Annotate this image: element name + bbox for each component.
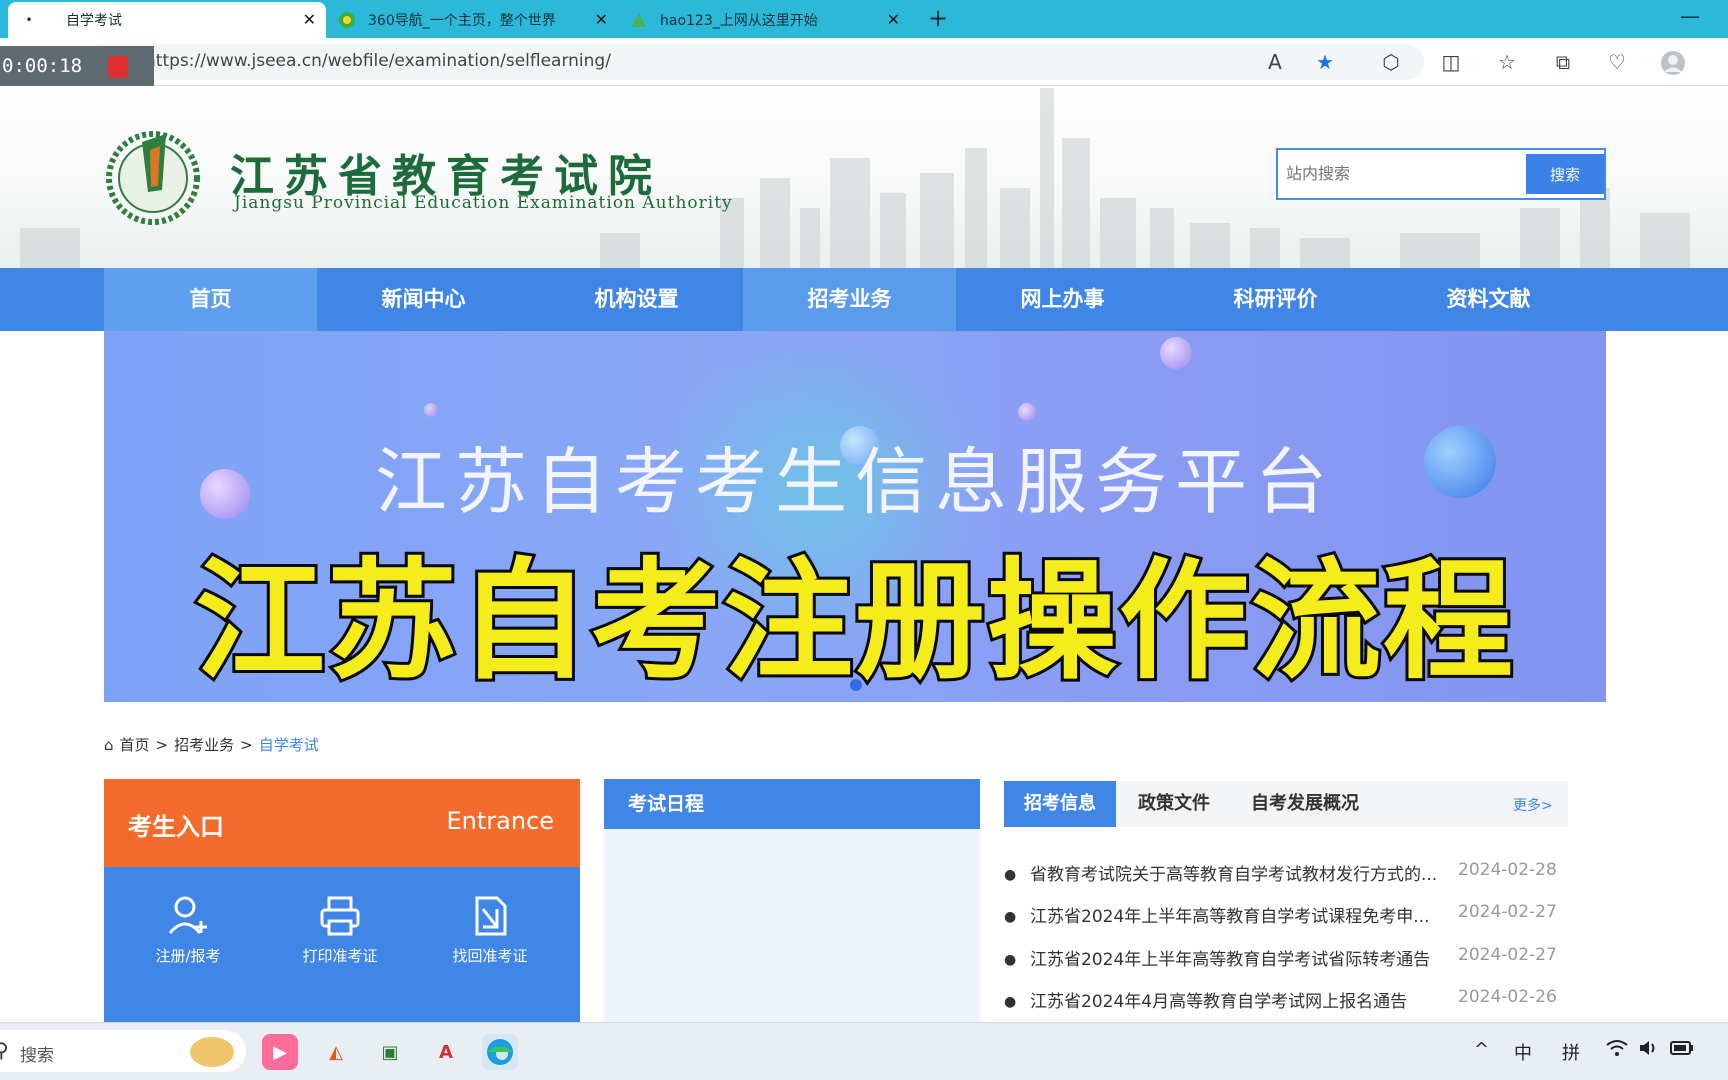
profile-avatar-icon[interactable] (1660, 50, 1686, 81)
banner-pager-dot[interactable] (850, 679, 862, 691)
site-logo-icon (106, 131, 200, 225)
banner-subtitle: 江苏自考考生信息服务平台 (374, 440, 1335, 524)
breadcrumb-separator: > (240, 735, 253, 754)
news-date: 2024-02-26 (1458, 987, 1557, 1007)
wifi-icon[interactable] (1606, 1039, 1628, 1062)
recording-timer: 0:00:18 (0, 46, 154, 86)
hao123-favicon-icon (630, 11, 648, 29)
tab-policy-docs[interactable]: 政策文件 (1124, 781, 1224, 827)
nav-item-resources[interactable]: 资料文献 (1382, 268, 1595, 331)
bullet-icon: ● (1004, 867, 1017, 883)
exam-schedule-body (604, 829, 980, 1022)
entrance-title-en: Entrance (446, 807, 554, 835)
home-icon: ⌂ (104, 735, 114, 754)
tray-overflow-chevron-icon[interactable]: ^ (1474, 1039, 1489, 1060)
favorites-icon[interactable]: ☆ (1494, 50, 1520, 74)
site-search: 搜索 (1276, 148, 1606, 200)
bullet-icon: ● (1004, 952, 1017, 968)
news-more-link[interactable]: 更多> (1513, 795, 1553, 815)
breadcrumb-current: 自学考试 (258, 736, 319, 754)
ime-language-indicator[interactable]: 中 (1514, 1039, 1532, 1065)
close-tab-icon[interactable]: ✕ (595, 10, 608, 29)
collections-icon[interactable]: ⧉ (1550, 50, 1576, 74)
close-tab-icon[interactable]: ✕ (887, 10, 900, 29)
extensions-icon[interactable]: ⬡ (1378, 50, 1404, 74)
entrance-title: 考生入口 (128, 813, 224, 841)
hero-banner[interactable]: 江苏自考考生信息服务平台 江苏自考注册操作流程 (104, 331, 1606, 702)
image-viewer-app-icon[interactable]: ▣ (372, 1034, 408, 1070)
site-title-en: Jiangsu Provincial Education Examination… (234, 193, 733, 213)
stop-recording-button[interactable] (108, 56, 128, 78)
news-item[interactable]: ● 江苏省2024年4月高等教育自学考试网上报名通告 2024-02-26 (1004, 987, 1564, 1017)
matlab-app-icon[interactable]: ◭ (318, 1034, 354, 1070)
site-search-input[interactable] (1286, 157, 1516, 193)
nav-item-research[interactable]: 科研评价 (1169, 268, 1382, 331)
breadcrumb-separator: > (155, 735, 169, 754)
weather-widget-icon[interactable] (190, 1037, 234, 1067)
split-screen-icon[interactable]: ◫ (1438, 50, 1464, 74)
tab-selflearning[interactable]: • 自学考试 ✕ (8, 2, 326, 38)
page-favicon-icon: • (25, 13, 33, 27)
os-taskbar (0, 1022, 1728, 1080)
tab-hao123[interactable]: hao123_上网从这里开始 ✕ (618, 2, 910, 38)
new-tab-button[interactable]: + (928, 4, 948, 32)
close-tab-icon[interactable]: ✕ (303, 10, 316, 29)
news-date: 2024-02-27 (1458, 902, 1557, 922)
news-item[interactable]: ● 省教育考试院关于高等教育自学考试教材发行方式的... 2024-02-28 (1004, 860, 1564, 890)
read-aloud-icon[interactable]: A (1262, 50, 1288, 74)
site-search-button[interactable]: 搜索 (1526, 154, 1604, 194)
user-add-icon (168, 896, 207, 934)
favorite-star-icon[interactable]: ★ (1312, 50, 1338, 74)
address-url[interactable]: https://www.jseea.cn/webfile/examination… (145, 51, 611, 71)
tab-title: 360导航_一个主页，整个世界 (368, 13, 556, 29)
edge-browser-app-icon[interactable] (482, 1034, 518, 1070)
news-date: 2024-02-27 (1458, 945, 1557, 965)
banner-overlay-title: 江苏自考注册操作流程 (192, 542, 1516, 700)
entrance-header: 考生入口 Entrance (104, 779, 580, 867)
minimize-window-button[interactable]: — (1680, 4, 1700, 28)
taskbar-search-label[interactable]: 搜索 (20, 1041, 54, 1066)
bullet-icon: ● (1004, 994, 1017, 1010)
entrance-body: 注册/报考 打印准考证 找回准考证 (104, 867, 580, 1022)
bilibili-app-icon[interactable]: ▶ (262, 1034, 298, 1070)
news-item[interactable]: ● 江苏省2024年上半年高等教育自学考试课程免考申... 2024-02-27 (1004, 902, 1564, 932)
tab-admission-info[interactable]: 招考信息 (1004, 781, 1116, 827)
news-title[interactable]: 江苏省2024年4月高等教育自学考试网上报名通告 (1030, 987, 1450, 1012)
360-favicon-icon (338, 11, 356, 29)
breadcrumb-home[interactable]: 首页 (120, 734, 150, 755)
tab-title: hao123_上网从这里开始 (660, 13, 818, 29)
browser-essentials-icon[interactable]: ♡ (1604, 50, 1630, 74)
nav-item-home[interactable]: 首页 (104, 268, 317, 331)
retrieve-doc-icon (475, 896, 507, 936)
news-title[interactable]: 江苏省2024年上半年高等教育自学考试省际转考通告 (1030, 945, 1450, 970)
news-title[interactable]: 江苏省2024年上半年高等教育自学考试课程免考申... (1030, 902, 1450, 927)
search-icon: ⚲ (0, 1038, 9, 1062)
retrieve-ticket-label: 找回准考证 (452, 947, 528, 965)
nav-item-online-service[interactable]: 网上办事 (956, 268, 1169, 331)
breadcrumb-admission[interactable]: 招考业务 (174, 734, 234, 755)
ime-mode-indicator[interactable]: 拼 (1562, 1039, 1580, 1065)
print-admission-ticket-button[interactable]: 打印准考证 (270, 893, 410, 966)
breadcrumb: ⌂ 首页 > 招考业务 > 自学考试 (104, 734, 319, 755)
exam-schedule-header: 考试日程 (604, 779, 980, 829)
tab-title: 自学考试 (66, 13, 122, 29)
print-ticket-label: 打印准考证 (302, 947, 378, 965)
tab-development[interactable]: 自考发展概况 (1238, 781, 1372, 827)
register-apply-button[interactable]: 注册/报考 (118, 893, 258, 966)
tab-360[interactable]: 360导航_一个主页，整个世界 ✕ (326, 2, 618, 38)
retrieve-admission-ticket-button[interactable]: 找回准考证 (420, 893, 560, 966)
register-apply-label: 注册/报考 (155, 947, 221, 965)
news-title[interactable]: 省教育考试院关于高等教育自学考试教材发行方式的... (1030, 860, 1450, 885)
printer-icon (320, 896, 360, 936)
nav-item-admission[interactable]: 招考业务 (743, 268, 956, 331)
acrobat-app-icon[interactable]: A (428, 1034, 464, 1070)
news-date: 2024-02-28 (1458, 860, 1557, 880)
nav-item-news[interactable]: 新闻中心 (317, 268, 530, 331)
nav-item-org[interactable]: 机构设置 (530, 268, 743, 331)
news-item[interactable]: ● 江苏省2024年上半年高等教育自学考试省际转考通告 2024-02-27 (1004, 945, 1564, 975)
bullet-icon: ● (1004, 909, 1017, 925)
battery-icon[interactable] (1670, 1039, 1694, 1060)
volume-icon[interactable] (1638, 1039, 1660, 1062)
